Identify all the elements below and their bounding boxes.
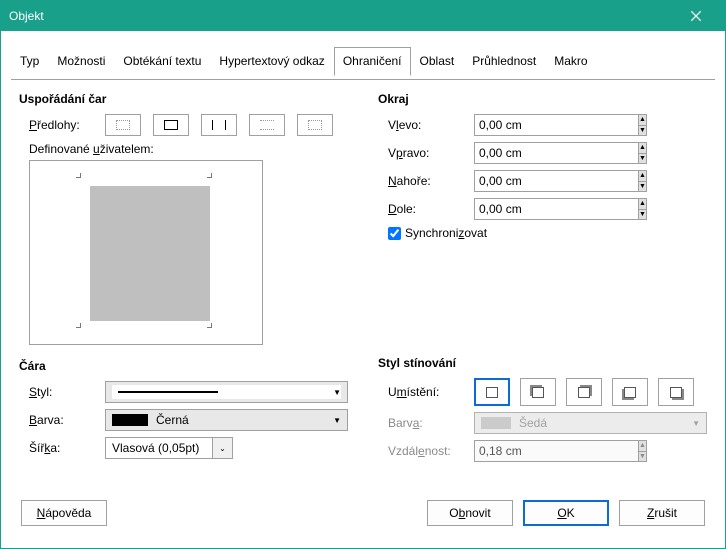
margin-right-row: Vpravo: ▲▼ xyxy=(378,142,707,164)
margin-top-spinner[interactable]: ▲▼ xyxy=(474,170,582,192)
presets-row: Předlohy: xyxy=(19,114,348,136)
margin-bottom-row: Dole: ▲▼ xyxy=(378,198,707,220)
tab-moznosti[interactable]: Možnosti xyxy=(48,47,114,76)
presets-label: Předlohy: xyxy=(19,118,99,132)
shadow-bottomright[interactable] xyxy=(658,378,694,406)
spinner-up: ▲ xyxy=(639,440,647,451)
margin-right-input[interactable] xyxy=(474,142,639,164)
preset-outer[interactable] xyxy=(297,114,333,136)
spinner-down: ▼ xyxy=(639,451,647,463)
close-button[interactable] xyxy=(675,2,717,30)
shadow-pos-row: Umístění: xyxy=(378,378,707,406)
shadow-color-row: Barva: Šedá ▼ xyxy=(378,412,707,434)
spinner-down[interactable]: ▼ xyxy=(639,181,647,193)
margin-top-row: Nahoře: ▲▼ xyxy=(378,170,707,192)
spinner-up[interactable]: ▲ xyxy=(639,142,647,153)
tab-oblast[interactable]: Oblast xyxy=(411,47,464,76)
margin-top-label: Nahoře: xyxy=(378,174,468,188)
color-row: Barva: Černá ▼ xyxy=(19,409,348,431)
spinner-down[interactable]: ▼ xyxy=(639,153,647,165)
preview-rect-icon xyxy=(90,186,210,321)
color-label: Barva: xyxy=(19,413,99,427)
shadow-dist-label: Vzdálenost: xyxy=(378,444,468,458)
shadow-dist-row: Vzdálenost: ▲▼ xyxy=(378,440,707,462)
width-row: Šířka: Vlasová (0,05pt) ⌄ xyxy=(19,437,348,459)
tab-hyper[interactable]: Hypertextový odkaz xyxy=(210,47,333,76)
sync-row: Synchronizovat xyxy=(378,226,707,240)
shadow-dist-input xyxy=(474,440,639,462)
right-column: Okraj Vlevo: ▲▼ Vpravo: ▲▼ N xyxy=(378,92,707,480)
left-column: Uspořádání čar Předlohy: Definované uživ… xyxy=(19,92,348,480)
sync-label: Synchronizovat xyxy=(405,226,487,240)
footer: Nápověda Obnovit OK Zrušit xyxy=(11,488,715,538)
section-line-arrangement: Uspořádání čar xyxy=(19,92,348,106)
shadow-topright[interactable] xyxy=(566,378,602,406)
shadow-color-label: Barva: xyxy=(378,416,468,430)
spinner-down[interactable]: ▼ xyxy=(639,209,647,221)
preset-box[interactable] xyxy=(153,114,189,136)
section-margin: Okraj xyxy=(378,92,707,106)
section-line: Čára xyxy=(19,359,348,373)
titlebar: Objekt xyxy=(1,1,725,31)
margin-left-spinner[interactable]: ▲▼ xyxy=(474,114,582,136)
tab-content: Uspořádání čar Předlohy: Definované uživ… xyxy=(11,79,715,488)
color-swatch-gray-icon xyxy=(481,417,511,429)
dialog-window: Objekt Typ Možnosti Obtékání textu Hyper… xyxy=(0,0,726,549)
style-label: Styl: xyxy=(19,385,99,399)
shadow-none[interactable] xyxy=(474,378,510,406)
section-shadow: Styl stínování xyxy=(378,356,707,370)
style-row: Styl: ▼ xyxy=(19,381,348,403)
tab-obtekani[interactable]: Obtékání textu xyxy=(114,47,210,76)
sync-checkbox[interactable] xyxy=(388,227,401,240)
margin-bottom-label: Dole: xyxy=(378,202,468,216)
cancel-button[interactable]: Zrušit xyxy=(619,500,705,526)
preset-none[interactable] xyxy=(105,114,141,136)
window-title: Objekt xyxy=(9,9,675,23)
preset-topbottom[interactable] xyxy=(249,114,285,136)
width-value: Vlasová (0,05pt) xyxy=(106,441,212,455)
margin-top-input[interactable] xyxy=(474,170,639,192)
color-value: Černá xyxy=(156,413,189,427)
spinner-up[interactable]: ▲ xyxy=(639,114,647,125)
preset-leftright[interactable] xyxy=(201,114,237,136)
tab-bar: Typ Možnosti Obtékání textu Hypertextový… xyxy=(11,47,715,76)
margin-left-label: Vlevo: xyxy=(378,118,468,132)
margin-left-input[interactable] xyxy=(474,114,639,136)
line-style-icon xyxy=(118,391,218,393)
chevron-down-icon: ▼ xyxy=(333,388,341,397)
line-width-dropdown[interactable]: Vlasová (0,05pt) ⌄ xyxy=(105,437,233,459)
tab-ohraniceni[interactable]: Ohraničení xyxy=(334,47,411,76)
tab-pruhlednost[interactable]: Průhlednost xyxy=(463,47,545,76)
shadow-color-dropdown: Šedá ▼ xyxy=(474,412,707,434)
chevron-down-icon: ⌄ xyxy=(219,444,226,453)
margin-bottom-input[interactable] xyxy=(474,198,639,220)
color-swatch-black-icon xyxy=(112,414,148,426)
content-area: Typ Možnosti Obtékání textu Hypertextový… xyxy=(1,31,725,548)
spinner-down[interactable]: ▼ xyxy=(639,125,647,137)
border-preview[interactable] xyxy=(29,160,263,345)
userdef-label: Definované uživatelem: xyxy=(19,142,348,156)
refresh-button[interactable]: Obnovit xyxy=(427,500,513,526)
spinner-up[interactable]: ▲ xyxy=(639,198,647,209)
close-icon xyxy=(691,11,701,21)
chevron-down-icon: ▼ xyxy=(692,419,700,428)
margin-right-label: Vpravo: xyxy=(378,146,468,160)
chevron-down-icon: ▼ xyxy=(333,416,341,425)
width-label: Šířka: xyxy=(19,441,99,455)
line-color-dropdown[interactable]: Černá ▼ xyxy=(105,409,348,431)
margin-left-row: Vlevo: ▲▼ xyxy=(378,114,707,136)
help-button[interactable]: Nápověda xyxy=(21,500,107,526)
shadow-topleft[interactable] xyxy=(520,378,556,406)
shadow-color-value: Šedá xyxy=(519,416,547,430)
ok-button[interactable]: OK xyxy=(523,500,609,526)
shadow-dist-spinner: ▲▼ xyxy=(474,440,582,462)
tab-makro[interactable]: Makro xyxy=(545,47,596,76)
shadow-pos-label: Umístění: xyxy=(378,385,468,399)
margin-right-spinner[interactable]: ▲▼ xyxy=(474,142,582,164)
line-style-dropdown[interactable]: ▼ xyxy=(105,381,348,403)
spinner-up[interactable]: ▲ xyxy=(639,170,647,181)
shadow-bottomleft[interactable] xyxy=(612,378,648,406)
margin-bottom-spinner[interactable]: ▲▼ xyxy=(474,198,582,220)
tab-typ[interactable]: Typ xyxy=(11,47,48,76)
